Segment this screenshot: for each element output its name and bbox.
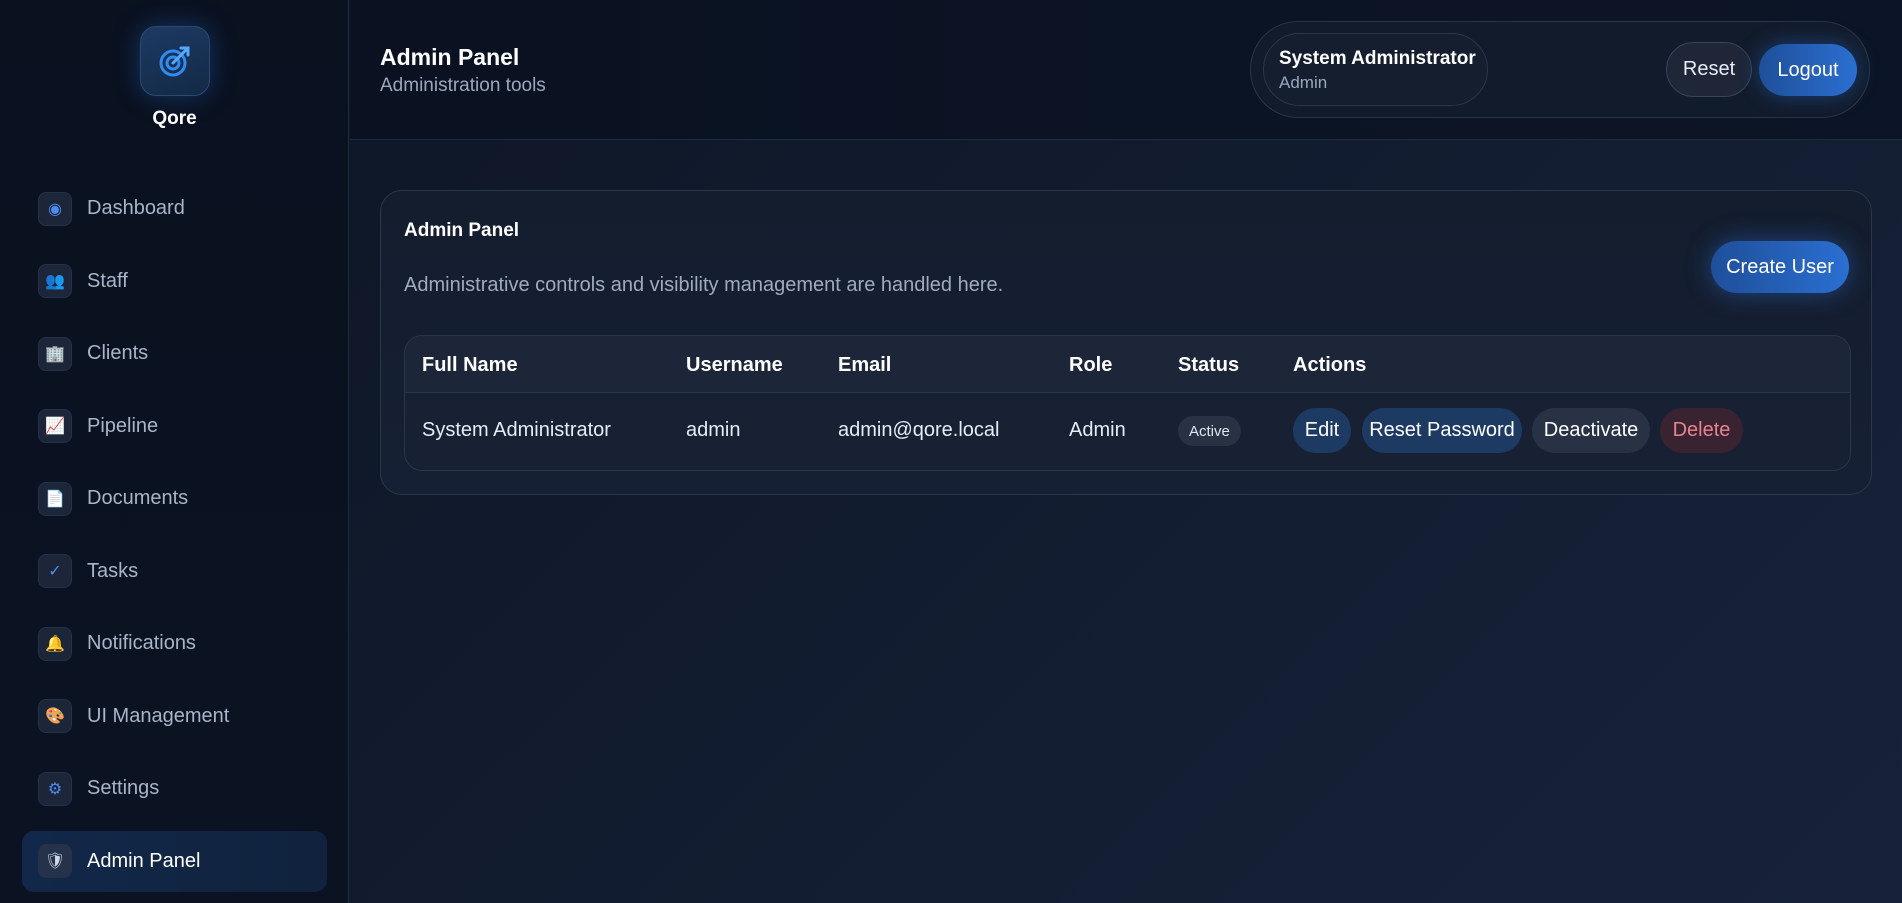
card-description: Administrative controls and visibility m… (404, 274, 1004, 296)
sidebar-item-label: Staff (87, 269, 128, 292)
reset-password-button[interactable]: Reset Password (1362, 408, 1522, 453)
logout-button[interactable]: Logout (1759, 44, 1857, 96)
sidebar-item-clients[interactable]: 🏢 Clients (22, 323, 327, 384)
table-row: System Administrator admin admin@qore.lo… (405, 393, 1850, 470)
sidebar-item-settings[interactable]: ⚙ Settings (22, 758, 327, 819)
sidebar-item-label: Tasks (87, 559, 139, 582)
column-header-email: Email (838, 354, 892, 376)
status-badge: Active (1178, 416, 1241, 446)
top-header: Admin Panel Administration tools System … (350, 0, 1902, 140)
brand: Qore (0, 26, 349, 130)
sidebar-item-pipeline[interactable]: 📈 Pipeline (22, 396, 327, 457)
cell-full-name: System Administrator (422, 419, 611, 441)
notifications-icon: 🔔 (38, 626, 72, 661)
create-user-button[interactable]: Create User (1711, 241, 1849, 293)
sidebar-item-label: Documents (87, 487, 189, 509)
clients-icon: 🏢 (38, 336, 72, 371)
cell-email: admin@qore.local (838, 419, 1000, 441)
staff-icon: 👥 (38, 264, 72, 298)
sidebar-item-label: Pipeline (87, 414, 159, 437)
page-subtitle: Administration tools (380, 75, 546, 96)
delete-button[interactable]: Delete (1660, 408, 1743, 453)
brand-name: Qore (152, 108, 197, 129)
sidebar-item-documents[interactable]: 📄 Documents (22, 468, 327, 529)
card-title: Admin Panel (404, 220, 520, 241)
users-table: Full Name Username Email Role Status Act… (404, 335, 1851, 471)
column-header-full-name: Full Name (422, 354, 518, 376)
app-root: Qore ◉ Dashboard 👥 Staff 🏢 Clients 📈 Pip… (0, 0, 1902, 903)
admin-panel-icon: 🛡 (38, 844, 72, 878)
deactivate-button[interactable]: Deactivate (1532, 408, 1650, 453)
sidebar-item-label: Dashboard (87, 197, 185, 219)
sidebar-item-ui-management[interactable]: 🎨 UI Management (22, 686, 327, 747)
dashboard-icon: ◉ (38, 191, 72, 226)
cell-role: Admin (1069, 419, 1126, 441)
target-arrow-icon[interactable] (139, 26, 210, 96)
sidebar-item-label: Admin Panel (87, 849, 201, 872)
sidebar: Qore ◉ Dashboard 👥 Staff 🏢 Clients 📈 Pip… (0, 0, 349, 903)
sidebar-item-label: UI Management (87, 704, 230, 727)
admin-panel-card: Admin Panel Administrative controls and … (380, 190, 1872, 495)
pipeline-icon: 📈 (38, 409, 72, 443)
sidebar-item-tasks[interactable]: ✓ Tasks (22, 541, 327, 602)
sidebar-item-label: Clients (87, 342, 149, 364)
settings-icon: ⚙ (38, 771, 72, 806)
column-header-actions: Actions (1293, 354, 1367, 376)
reset-button[interactable]: Reset (1666, 42, 1752, 97)
documents-icon: 📄 (38, 481, 72, 516)
table-header: Full Name Username Email Role Status Act… (405, 336, 1850, 393)
user-info[interactable]: System Administrator Admin (1263, 33, 1488, 106)
user-controls: System Administrator Admin Reset Logout (1250, 21, 1870, 118)
page-title: Admin Panel (380, 44, 520, 70)
column-header-username: Username (686, 354, 783, 376)
column-header-status: Status (1178, 354, 1240, 376)
tasks-icon: ✓ (38, 554, 72, 588)
sidebar-item-staff[interactable]: 👥 Staff (22, 251, 327, 312)
sidebar-item-dashboard[interactable]: ◉ Dashboard (22, 178, 327, 239)
sidebar-item-admin-panel[interactable]: 🛡 Admin Panel (22, 830, 327, 892)
user-role: Admin (1279, 73, 1328, 92)
sidebar-item-label: Notifications (87, 632, 196, 654)
sidebar-item-notifications[interactable]: 🔔 Notifications (22, 613, 327, 674)
edit-button[interactable]: Edit (1293, 408, 1351, 453)
sidebar-nav: ◉ Dashboard 👥 Staff 🏢 Clients 📈 Pipeline… (22, 178, 327, 903)
column-header-role: Role (1069, 354, 1113, 376)
user-name: System Administrator (1279, 48, 1476, 69)
cell-username: admin (686, 419, 741, 441)
ui-management-icon: 🎨 (38, 699, 72, 733)
sidebar-item-label: Settings (87, 777, 160, 799)
